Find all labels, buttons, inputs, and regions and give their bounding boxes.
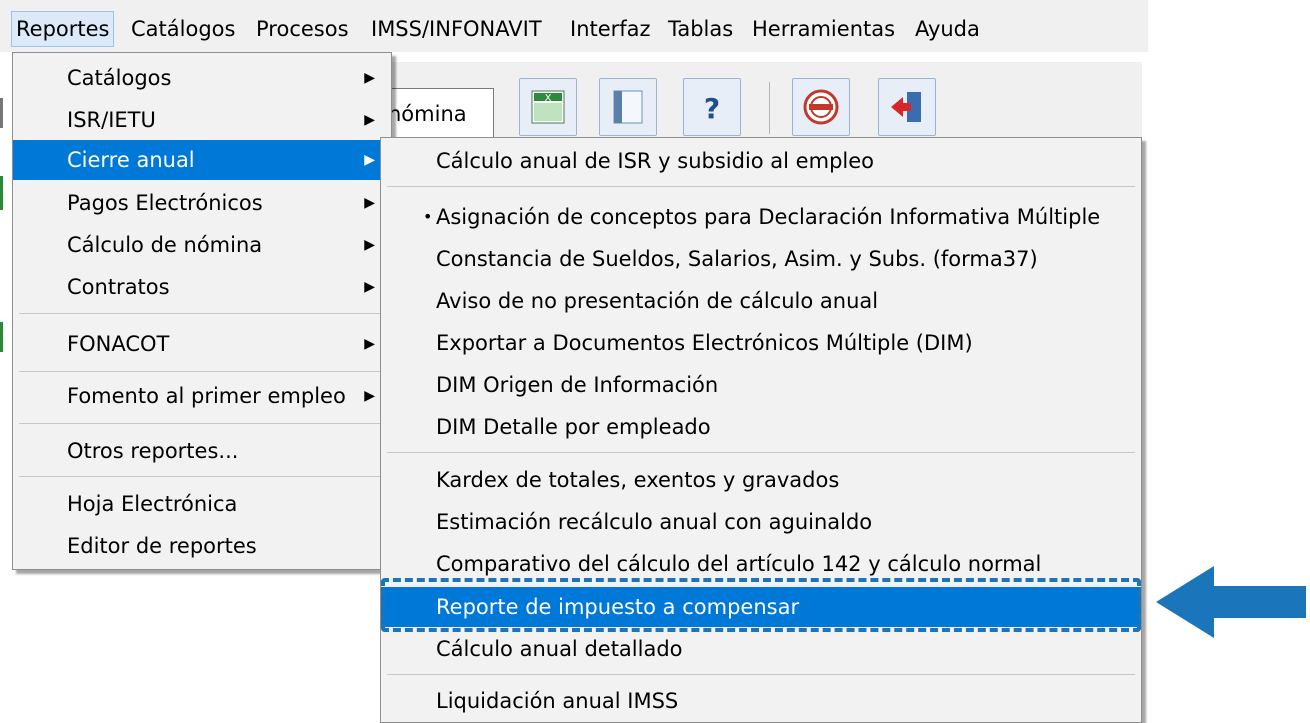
excel-button[interactable]: X [519,78,577,136]
excel-icon: X [531,90,565,124]
submenu-arrow-icon: ▶ [364,112,375,128]
svg-text:X: X [545,93,552,104]
panel-button[interactable] [599,78,657,136]
highlight-frame [381,578,1141,632]
menu-item-label: Constancia de Sueldos, Salarios, Asim. y… [436,247,1038,271]
menu-item-catalogos[interactable]: Catálogos ▶ [13,58,391,98]
bullet-icon: • [423,207,433,226]
reportes-menu: Catálogos ▶ ISR/IETU ▶ Cierre anual ▶ Pa… [12,52,392,570]
menu-item-label: Pagos Electrónicos [67,191,263,215]
menu-item-asignacion-conceptos-dim[interactable]: • Asignación de conceptos para Declaraci… [381,197,1141,237]
menu-item-label: Exportar a Documentos Electrónicos Múlti… [436,331,973,355]
window-edge [0,98,3,128]
menu-item-exportar-dim[interactable]: Exportar a Documentos Electrónicos Múlti… [381,323,1141,363]
toolbar [380,62,1142,141]
menu-separator [19,423,385,424]
menu-item-cierre-anual[interactable]: Cierre anual ▶ [13,140,391,180]
cierre-anual-submenu: Cálculo anual de ISR y subsidio al emple… [380,137,1142,723]
menu-herramientas[interactable]: Herramientas [752,14,895,44]
menu-procesos[interactable]: Procesos [256,14,349,44]
window-edge [0,176,3,210]
submenu-arrow-icon: ▶ [364,336,375,352]
menu-item-label: DIM Origen de Información [436,373,719,397]
submenu-arrow-icon: ▶ [364,237,375,253]
menu-item-label: Cálculo anual detallado [436,637,683,661]
help-icon: ? [704,92,720,125]
menu-reportes[interactable]: Reportes [10,11,115,47]
imss-icon [803,89,839,125]
menu-ayuda[interactable]: Ayuda [915,14,980,44]
menu-item-label: Estimación recálculo anual con aguinaldo [436,510,873,534]
menu-item-label: Contratos [67,275,170,299]
nomina-combo[interactable]: nómina [384,88,494,138]
menu-item-dim-detalle[interactable]: DIM Detalle por empleado [381,407,1141,447]
menu-item-fonacot[interactable]: FONACOT ▶ [13,324,391,364]
menu-item-label: Editor de reportes [67,534,257,558]
panel-icon [613,90,643,124]
menu-separator [19,313,385,314]
menu-item-contratos[interactable]: Contratos ▶ [13,267,391,307]
menu-item-dim-origen[interactable]: DIM Origen de Información [381,365,1141,405]
menu-item-label: Kardex de totales, exentos y gravados [436,468,840,492]
menu-item-label: FONACOT [67,332,170,356]
menu-bar: Reportes Catálogos Procesos IMSS/INFONAV… [0,0,1148,53]
menu-item-label: ISR/IETU [67,108,156,132]
menu-item-label: Fomento al primer empleo [67,384,346,408]
menu-interfaz[interactable]: Interfaz [570,14,651,44]
menu-item-label: Aviso de no presentación de cálculo anua… [436,289,879,313]
menu-separator [387,186,1135,187]
menu-item-isr-ietu[interactable]: ISR/IETU ▶ [13,100,391,140]
submenu-arrow-icon: ▶ [364,388,375,404]
menu-item-hoja-electronica[interactable]: Hoja Electrónica [13,484,391,524]
svg-text:?: ? [704,92,720,125]
submenu-arrow-icon: ▶ [364,279,375,295]
submenu-arrow-icon: ▶ [364,152,375,168]
menu-item-otros-reportes[interactable]: Otros reportes... [13,431,391,471]
menu-separator [387,674,1135,675]
menu-item-label: Liquidación anual IMSS [436,689,679,713]
submenu-arrow-icon: ▶ [364,195,375,211]
menu-item-calculo-nomina[interactable]: Cálculo de nómina ▶ [13,225,391,265]
submenu-arrow-icon: ▶ [364,70,375,86]
menu-item-label: Cálculo de nómina [67,233,263,257]
menu-item-editor-reportes[interactable]: Editor de reportes [13,526,391,566]
menu-tablas[interactable]: Tablas [668,14,733,44]
menu-item-fomento-primer-empleo[interactable]: Fomento al primer empleo ▶ [13,376,391,416]
menu-item-constancia-sueldos[interactable]: Constancia de Sueldos, Salarios, Asim. y… [381,239,1141,279]
menu-item-label: Catálogos [67,66,172,90]
menu-item-label: Asignación de conceptos para Declaración… [436,205,1101,229]
menu-item-calculo-anual-detallado[interactable]: Cálculo anual detallado [381,629,1141,669]
help-button[interactable]: ? [683,78,741,136]
menu-item-liquidacion-anual-imss[interactable]: Liquidación anual IMSS [381,681,1141,721]
menu-item-label: Cálculo anual de ISR y subsidio al emple… [436,149,874,173]
menu-item-calculo-anual-isr[interactable]: Cálculo anual de ISR y subsidio al emple… [381,141,1141,181]
menu-item-label: Otros reportes... [67,439,239,463]
menu-imss-infonavit[interactable]: IMSS/INFONAVIT [371,14,542,44]
menu-item-label: Cierre anual [67,148,195,172]
toolbar-separator [769,82,770,134]
menu-separator [19,476,385,477]
menu-separator [387,452,1135,453]
menu-item-pagos-electronicos[interactable]: Pagos Electrónicos ▶ [13,183,391,223]
menu-item-label: DIM Detalle por empleado [436,415,711,439]
exit-button[interactable] [878,78,936,136]
menu-item-kardex[interactable]: Kardex de totales, exentos y gravados [381,460,1141,500]
menu-separator [19,371,385,372]
imss-button[interactable] [792,78,850,136]
menu-item-estimacion-recalculo[interactable]: Estimación recálculo anual con aguinaldo [381,502,1141,542]
window-edge [0,322,3,352]
menu-item-label: Hoja Electrónica [67,492,238,516]
exit-icon [891,92,921,122]
pointer-arrow-icon [1156,566,1306,638]
menu-catalogos[interactable]: Catálogos [131,14,235,44]
menu-item-aviso-no-presentacion[interactable]: Aviso de no presentación de cálculo anua… [381,281,1141,321]
